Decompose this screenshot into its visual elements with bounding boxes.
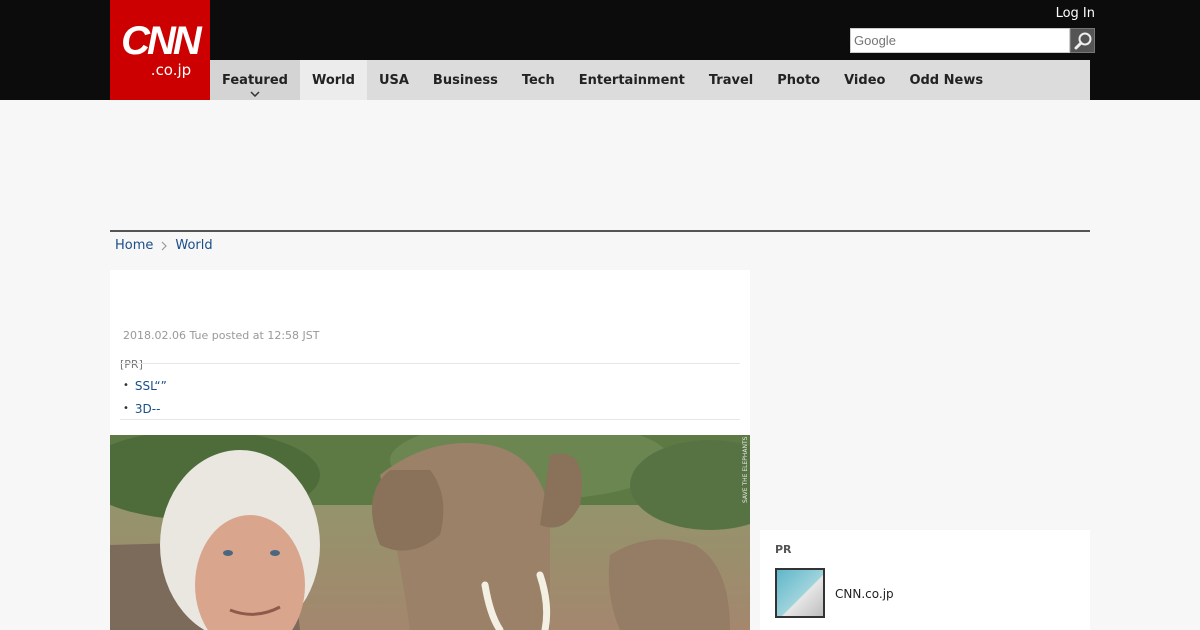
nav-label: Business [432,72,498,88]
posted-timestamp: 2018.02.06 Tue posted at 12:58 JST [123,329,320,342]
nav-label: Tech [521,72,555,88]
list-item: • SSL“” [123,374,167,397]
nav-label: Photo [777,72,821,88]
cnn-logo[interactable]: CNN .co.jp [110,0,210,100]
nav-label: Odd News [909,72,984,88]
breadcrumb-world[interactable]: World [175,238,212,253]
nav-label: World [311,72,355,88]
pr-thumbnail[interactable] [775,568,825,618]
nav-item-travel[interactable]: Travel [697,60,765,100]
article-card: 2018.02.06 Tue posted at 12:58 JST [PR] … [110,270,750,435]
nav-item-business[interactable]: Business [421,60,510,100]
nav-item-usa[interactable]: USA [367,60,421,100]
sidebar-pr-box: PR CNN.co.jp [760,530,1090,630]
nav-item-odd-news[interactable]: Odd News [897,60,995,100]
article-photo [110,435,750,630]
pr-link-list: • SSL“” • 3D-- [123,374,167,420]
bullet-icon: • [123,380,129,391]
breadcrumb: Home World [115,238,213,253]
sidebar-pr-item[interactable]: CNN.co.jp [835,587,894,601]
login-link[interactable]: Log In [1056,6,1095,21]
pr-link[interactable]: 3D-- [135,402,161,416]
nav-item-tech[interactable]: Tech [510,60,567,100]
nav-label: Travel [708,72,754,88]
sidebar-pr-heading: PR [775,543,792,556]
ad-area-divider [110,230,1090,232]
pr-divider-bottom [120,419,740,420]
search-input[interactable] [850,28,1070,53]
nav-label: USA [378,72,409,88]
pr-link[interactable]: SSL“” [135,379,167,393]
nav-item-entertainment[interactable]: Entertainment [567,60,697,100]
main-nav: Featured World USA Business Tech Enterta… [210,60,1090,100]
logo-sub-text: .co.jp [150,61,192,79]
nav-item-world[interactable]: World [299,60,367,100]
nav-item-video[interactable]: Video [832,60,897,100]
photo-credit: SAVE THE ELEPHANTS [742,436,749,503]
nav-label: Video [844,72,886,88]
search-button[interactable] [1070,28,1095,53]
bullet-icon: • [123,403,129,414]
nav-label: Featured [222,72,288,88]
chevron-down-icon [250,91,260,97]
pr-divider-top [120,363,740,364]
search-icon [1074,32,1091,49]
logo-main-text: CNN [121,19,202,63]
list-item: • 3D-- [123,397,167,420]
nav-item-featured[interactable]: Featured [210,60,300,100]
nav-item-photo[interactable]: Photo [765,60,832,100]
breadcrumb-home[interactable]: Home [115,238,153,253]
nav-label: Entertainment [578,72,685,88]
chevron-right-icon [161,241,168,251]
elephant-photo-illustration [110,435,750,630]
pr-label: [PR] [120,358,143,371]
search-box [850,28,1095,53]
